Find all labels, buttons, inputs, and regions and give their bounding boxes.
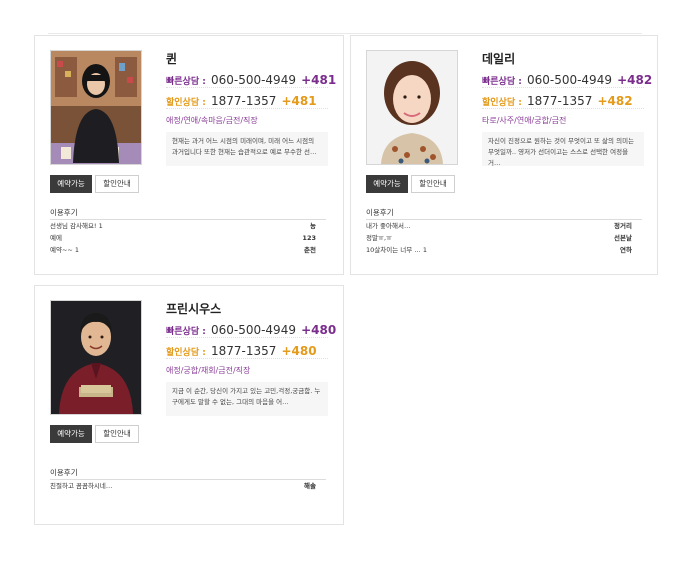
review-text[interactable]: 10살차이는 너무 … 1 [366,244,427,256]
counselor-card-queen: 퀸 빠른상담 : 060-500-4949 +481 할인상담 : 1877-1… [34,35,344,275]
review-author: 연하 [620,246,632,254]
discount-consult-number[interactable]: 1877-1357 [211,344,276,358]
discount-consult-ext[interactable]: +482 [597,94,632,108]
review-text[interactable]: 예에 [50,232,62,244]
discount-consult-line[interactable]: 할인상담 : 1877-1357 +481 [166,90,328,109]
discount-consult-ext[interactable]: +480 [281,344,316,358]
specialty-tags: 애정/궁합/재회/금전/직장 [166,366,251,375]
reviews-heading: 이용후기 [50,468,78,477]
counselor-photo[interactable] [50,50,142,165]
discount-consult-label: 할인상담 : [166,348,206,358]
fast-consult-line[interactable]: 빠른상담 : 060-500-4949 +482 [482,69,652,88]
review-text[interactable]: 예약~~ 1 [50,244,79,256]
review-author: 농 [310,222,316,230]
counselor-description: 지금 이 순간, 당신이 가지고 있는 고민,걱정,궁금함. 누구에게도 말할 … [166,382,328,416]
discount-info-button[interactable]: 할인안내 [95,425,139,443]
discount-consult-label: 할인상담 : [166,98,206,108]
review-text[interactable]: 내가 좋아해서… [366,220,410,232]
fast-consult-ext[interactable]: +481 [301,73,336,87]
reviews-heading: 이용후기 [366,208,394,217]
counselor-name[interactable]: 프린시우스 [166,300,221,317]
discount-consult-number[interactable]: 1877-1357 [527,94,592,108]
review-author: 정거리 [614,222,632,230]
specialty-tags: 타로/사주/연애/궁합/금전 [482,116,567,125]
counselor-photo[interactable] [366,50,458,165]
counselor-description: 현재는 과거 어느 시점의 미래이며, 미래 어느 시점의 과거입니다 또한 현… [166,132,328,166]
discount-consult-line[interactable]: 할인상담 : 1877-1357 +480 [166,340,328,359]
reviews-heading: 이용후기 [50,208,78,217]
fast-consult-label: 빠른상담 : [166,327,206,337]
review-author: 춘천 [304,246,316,254]
discount-info-button[interactable]: 할인안내 [411,175,455,193]
review-row[interactable]: 내가 좋아해서… 정거리 [366,220,632,232]
review-row[interactable]: 10살차이는 너무 … 1 연하 [366,244,632,256]
fast-consult-number[interactable]: 060-500-4949 [211,323,296,337]
counselor-description: 자신이 진정으로 원하는 것이 무엇이고 또 삶의 의미는 무엇일까.. 영저가… [482,132,644,166]
discount-consult-ext[interactable]: +481 [281,94,316,108]
fast-consult-number[interactable]: 060-500-4949 [527,73,612,87]
review-row[interactable]: 정말ㅠ,ㅠ 선본날 [366,232,632,244]
review-row[interactable]: 선생님 감사해요! 1 농 [50,220,316,232]
review-text[interactable]: 선생님 감사해요! 1 [50,220,103,232]
review-row[interactable]: 예약~~ 1 춘천 [50,244,316,256]
review-author: 해솔 [304,482,316,490]
review-row[interactable]: 예에 123 [50,232,316,244]
discount-info-button[interactable]: 할인안내 [95,175,139,193]
counselor-photo[interactable] [50,300,142,415]
review-row[interactable]: 친절하고 꼼꼼하시네… 해솔 [50,480,316,492]
fast-consult-number[interactable]: 060-500-4949 [211,73,296,87]
reservation-available-button[interactable]: 예약가능 [366,175,408,193]
fast-consult-ext[interactable]: +480 [301,323,336,337]
counselor-card-principius: 프린시우스 빠른상담 : 060-500-4949 +480 할인상담 : 18… [34,285,344,525]
counselor-card-daily: 데일리 빠른상담 : 060-500-4949 +482 할인상담 : 1877… [350,35,658,275]
fast-consult-line[interactable]: 빠른상담 : 060-500-4949 +480 [166,319,336,338]
discount-consult-line[interactable]: 할인상담 : 1877-1357 +482 [482,90,644,109]
fast-consult-label: 빠른상담 : [166,77,206,87]
discount-consult-number[interactable]: 1877-1357 [211,94,276,108]
review-text[interactable]: 친절하고 꼼꼼하시네… [50,480,112,492]
discount-consult-label: 할인상담 : [482,98,522,108]
reservation-available-button[interactable]: 예약가능 [50,175,92,193]
review-author: 123 [302,234,316,242]
fast-consult-label: 빠른상담 : [482,77,522,87]
fast-consult-ext[interactable]: +482 [617,73,652,87]
top-divider [48,33,642,34]
specialty-tags: 애정/연애/속마음/금전/직장 [166,116,258,125]
fast-consult-line[interactable]: 빠른상담 : 060-500-4949 +481 [166,69,336,88]
review-text[interactable]: 정말ㅠ,ㅠ [366,232,392,244]
reservation-available-button[interactable]: 예약가능 [50,425,92,443]
review-author: 선본날 [614,234,632,242]
counselor-name[interactable]: 데일리 [482,50,515,67]
counselor-name[interactable]: 퀸 [166,50,177,67]
